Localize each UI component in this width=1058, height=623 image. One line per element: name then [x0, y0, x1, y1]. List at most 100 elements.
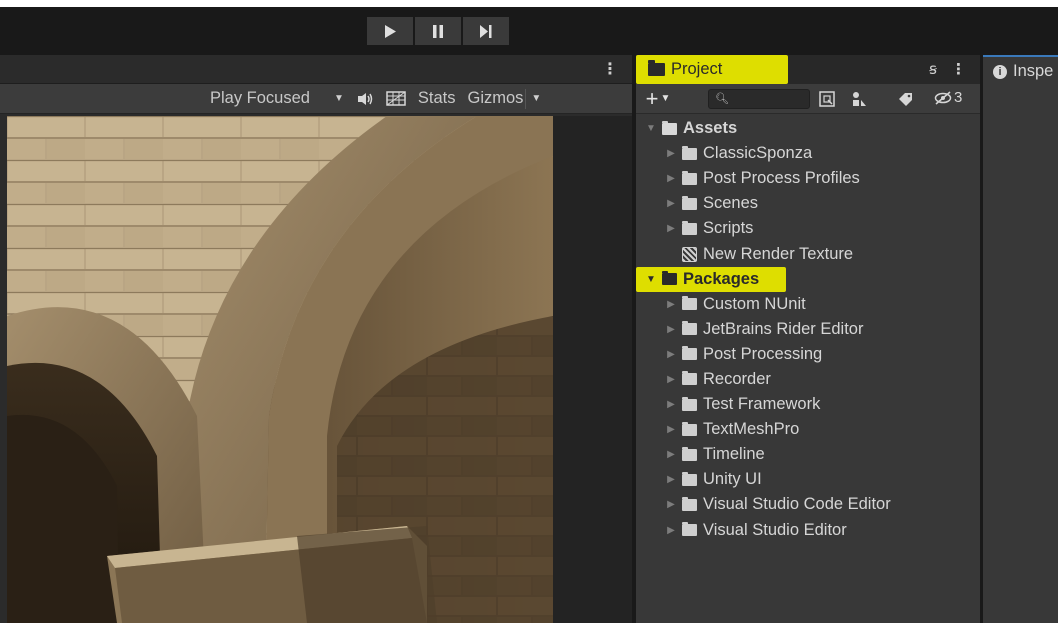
filter-by-label-icon[interactable] [895, 88, 917, 110]
eye-off-icon [934, 90, 952, 105]
game-view-menu-icon[interactable]: ⋮ [602, 59, 618, 79]
tree-item[interactable]: ▶ Post Processing [636, 342, 980, 367]
expand-arrow-right-icon[interactable]: ▶ [665, 349, 677, 360]
expand-arrow-right-icon[interactable]: ▶ [665, 474, 677, 485]
tree-item-label: Timeline [703, 445, 765, 464]
expand-arrow-right-icon[interactable]: ▶ [665, 449, 677, 460]
play-mode-dropdown[interactable]: Play Focused ▼ [204, 84, 350, 114]
hidden-packages-toggle[interactable]: 3 [934, 89, 962, 106]
tree-item-label: Test Framework [703, 395, 821, 414]
tree-item-label: Post Process Profiles [703, 169, 860, 188]
expand-arrow-right-icon[interactable]: ▶ [665, 324, 677, 335]
tree-item-label: Visual Studio Code Editor [703, 495, 891, 514]
step-icon [480, 24, 492, 38]
folder-icon [682, 346, 697, 361]
tree-item[interactable]: ▶ TextMeshPro [636, 417, 980, 442]
tree-item[interactable]: ▶ Test Framework [636, 392, 980, 417]
folder-icon [682, 496, 697, 511]
tab-project-label: Project [671, 60, 723, 78]
game-view-toolbar: Play Focused ▼ Stats Gizmos ▼ [0, 84, 632, 114]
stats-button[interactable]: Stats [412, 84, 462, 114]
inspector-tabbar: i Inspe [983, 55, 1058, 86]
tree-item-label: Custom NUnit [703, 294, 806, 313]
step-button[interactable] [463, 17, 509, 45]
expand-arrow-right-icon[interactable]: ▶ [665, 374, 677, 385]
project-panel: Project ꞩ ⋮ + ▼ 🔍︎ 3 ▼ Assets ▶ ClassicS… [636, 55, 980, 623]
expand-arrow-right-icon[interactable]: ▶ [665, 399, 677, 410]
play-button[interactable] [367, 17, 413, 45]
folder-icon [682, 371, 697, 386]
folder-icon [682, 170, 697, 185]
tree-item[interactable]: ▶ Recorder [636, 367, 980, 392]
expand-arrow-right-icon[interactable]: ▶ [665, 525, 677, 536]
gizmos-label: Gizmos [467, 89, 524, 107]
folder-icon [682, 296, 697, 311]
inspector-panel: i Inspe [983, 55, 1058, 623]
folder-icon [682, 195, 697, 210]
play-controls [367, 17, 509, 45]
expand-arrow-down-icon[interactable]: ▼ [645, 123, 657, 134]
project-toolbar: + ▼ 🔍︎ 3 [636, 84, 980, 114]
play-icon [385, 24, 396, 38]
tree-root-assets[interactable]: ▼ Assets [636, 116, 980, 141]
tree-item[interactable]: ▶ Custom NUnit [636, 292, 980, 317]
create-asset-button[interactable]: + ▼ [636, 84, 680, 114]
tree-item[interactable]: ▶ Timeline [636, 442, 980, 467]
expand-arrow-right-icon[interactable]: ▶ [665, 299, 677, 310]
tree-item[interactable]: ▶ Scripts [636, 216, 980, 241]
folder-icon [682, 220, 697, 235]
tree-item[interactable]: ▶ Scenes [636, 191, 980, 216]
search-input[interactable]: 🔍︎ [708, 89, 810, 109]
filter-by-type-icon[interactable] [848, 88, 870, 110]
info-icon: i [993, 64, 1007, 79]
tree-root-packages[interactable]: ▼ Packages [636, 266, 786, 292]
search-by-type-icon[interactable] [816, 88, 838, 110]
expand-arrow-right-icon[interactable]: ▶ [665, 499, 677, 510]
tree-item[interactable]: ▶ Post Process Profiles [636, 166, 980, 191]
hidden-packages-count: 3 [954, 89, 963, 106]
tree-item[interactable]: ▶ Visual Studio Editor [636, 518, 980, 543]
pause-icon [433, 24, 443, 38]
folder-icon [682, 471, 697, 486]
mute-audio-toggle[interactable] [350, 84, 380, 114]
tree-item-label: Scenes [703, 194, 759, 213]
render-texture-icon [682, 246, 697, 262]
search-icon: 🔍︎ [715, 93, 729, 105]
expand-arrow-right-icon[interactable]: ▶ [665, 198, 677, 209]
gizmos-button[interactable]: Gizmos [461, 84, 525, 114]
folder-icon [682, 321, 697, 336]
play-mode-label: Play Focused [210, 89, 310, 107]
tree-item-label: TextMeshPro [703, 420, 800, 439]
expand-arrow-right-icon[interactable]: ▶ [665, 223, 677, 234]
tree-item-label: Assets [683, 119, 738, 138]
tab-inspector[interactable]: i Inspe [983, 55, 1058, 86]
tree-item-label: Post Processing [703, 344, 823, 363]
expand-arrow-right-icon[interactable]: ▶ [665, 173, 677, 184]
expand-arrow-down-icon[interactable]: ▼ [645, 274, 657, 285]
tree-item-label: JetBrains Rider Editor [703, 319, 864, 338]
tree-item[interactable]: ▶ ClassicSponza [636, 141, 980, 166]
tab-inspector-label: Inspe [1013, 62, 1054, 80]
folder-icon [682, 396, 697, 411]
tree-item-label: Scripts [703, 219, 754, 238]
panel-menu-icon[interactable]: ⋮ [951, 60, 966, 78]
plus-icon: + [645, 85, 659, 111]
game-viewport[interactable] [7, 116, 553, 623]
game-view-tabbar: ⋮ [0, 55, 632, 84]
expand-arrow-right-icon[interactable]: ▶ [665, 148, 677, 159]
expand-arrow-right-icon[interactable]: ▶ [665, 424, 677, 435]
chevron-down-icon: ▼ [531, 93, 542, 104]
game-view-background [553, 116, 632, 623]
shortcuts-toggle[interactable] [380, 84, 412, 114]
lock-icon[interactable]: ꞩ [929, 60, 937, 78]
tree-item[interactable]: ▶ JetBrains Rider Editor [636, 317, 980, 342]
tree-item[interactable]: ▶ Visual Studio Code Editor [636, 492, 980, 517]
tree-item-label: Unity UI [703, 470, 762, 489]
gizmos-dropdown[interactable]: ▼ [526, 84, 546, 114]
tree-item-label: Visual Studio Editor [703, 520, 847, 539]
tree-item[interactable]: ▶ Unity UI [636, 467, 980, 492]
tab-project[interactable]: Project [636, 55, 788, 84]
pause-button[interactable] [415, 17, 461, 45]
tree-item[interactable]: New Render Texture [636, 241, 980, 266]
inspector-body [983, 84, 1058, 623]
